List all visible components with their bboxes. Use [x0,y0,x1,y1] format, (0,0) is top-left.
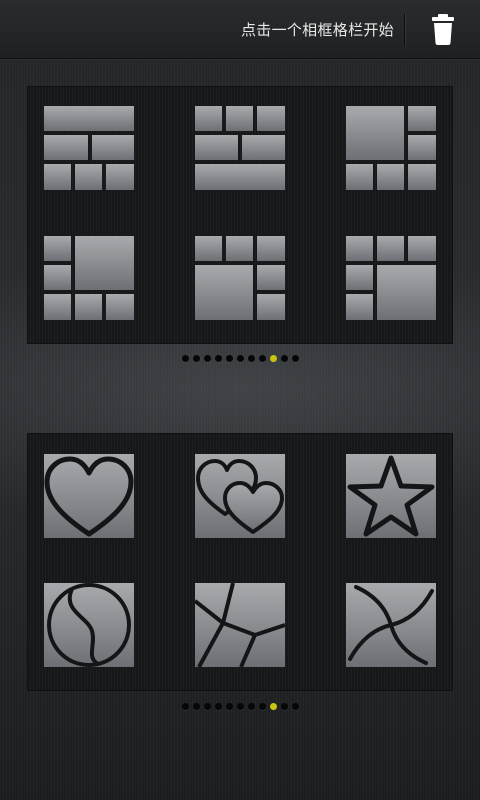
page-dot[interactable] [225,703,233,710]
page-dot[interactable] [280,703,288,710]
yin-yang-icon [44,583,134,667]
page-dot[interactable] [181,703,189,710]
layout-template-2[interactable] [195,106,285,190]
page-dot[interactable] [236,703,244,710]
top-bar: 点击一个相框格栏开始 [0,0,480,59]
page-dot[interactable] [280,355,288,362]
star-icon [346,454,436,538]
grid-layout-icon [195,106,285,190]
page-dot[interactable] [269,703,277,710]
page-dot[interactable] [291,355,299,362]
pager-top [0,355,480,365]
page-dot[interactable] [258,355,266,362]
page-dot[interactable] [291,703,299,710]
page-dot[interactable] [192,703,200,710]
double-heart-frame[interactable] [195,454,285,538]
heart-icon [44,454,134,538]
shape-templates-panel [27,433,453,691]
layout-template-1[interactable] [44,106,134,190]
layout-template-5[interactable] [195,236,285,320]
grid-layout-icon [346,236,436,320]
page-dot[interactable] [203,703,211,710]
page-dot[interactable] [181,355,189,362]
grid-layout-icon [44,236,134,320]
yin-yang-frame[interactable] [44,583,134,667]
star-frame[interactable] [346,454,436,538]
page-dot[interactable] [214,703,222,710]
grid-layout-icon [346,106,436,190]
pager-bottom [0,703,480,713]
geometric-split-icon [195,583,285,667]
pinwheel-frame[interactable] [346,583,436,667]
page-dot[interactable] [214,355,222,362]
instruction-text: 点击一个相框格栏开始 [240,21,394,39]
page-dot[interactable] [203,355,211,362]
heart-frame[interactable] [44,454,134,538]
page-dot[interactable] [247,355,255,362]
grid-templates-panel [27,86,453,344]
page-dot[interactable] [247,703,255,710]
page-dot[interactable] [258,703,266,710]
page-dot[interactable] [192,355,200,362]
header-divider [404,14,405,46]
double-heart-icon [195,454,285,538]
page-dot[interactable] [269,355,277,362]
layout-template-4[interactable] [44,236,134,320]
pinwheel-icon [346,583,436,667]
trash-button[interactable] [426,10,460,46]
grid-layout-icon [44,106,134,190]
trash-icon [432,14,454,45]
layout-template-6[interactable] [346,236,436,320]
grid-layout-icon [195,236,285,320]
page-dot[interactable] [236,355,244,362]
page-dot[interactable] [225,355,233,362]
layout-template-3[interactable] [346,106,436,190]
geometric-frame[interactable] [195,583,285,667]
